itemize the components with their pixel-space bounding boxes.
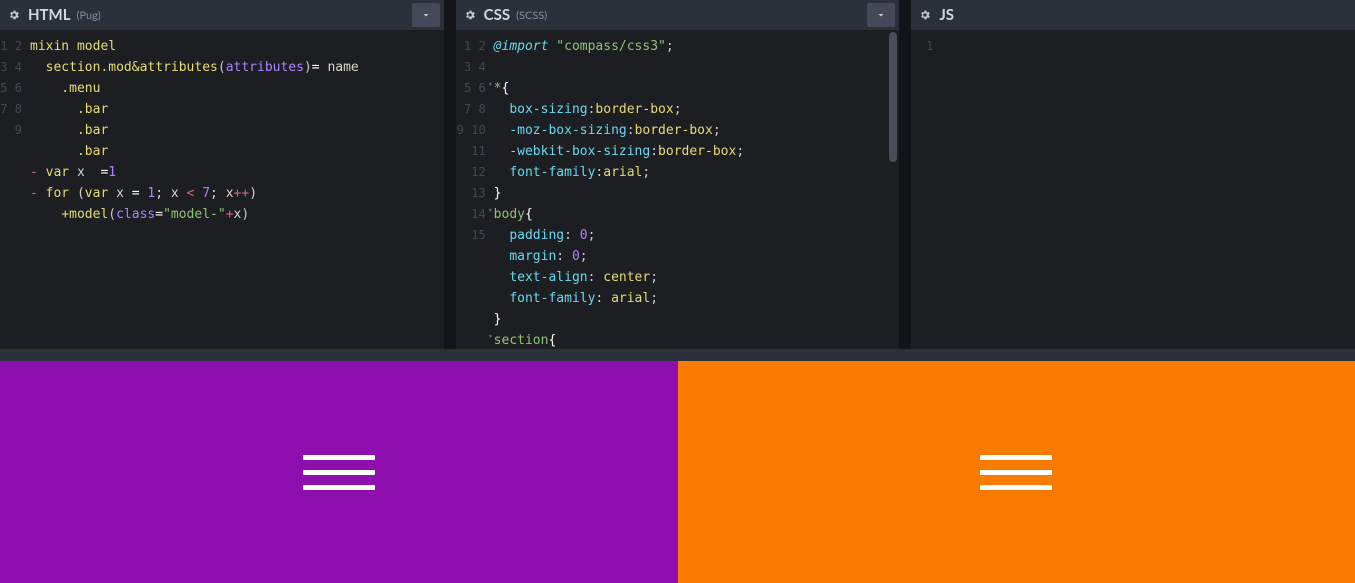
- fold-icon[interactable]: ▾: [488, 332, 493, 342]
- gutter-html: 1 2 3 4 5 6 7 8 9: [0, 30, 30, 349]
- menu-icon[interactable]: [303, 455, 375, 490]
- pane-header-js: JS: [911, 0, 1355, 30]
- editor-html[interactable]: 1 2 3 4 5 6 7 8 9 mixin model section.mo…: [0, 30, 444, 349]
- pane-header-css: CSS (SCSS): [456, 0, 900, 30]
- code-css[interactable]: @import "compass/css3"; *{ box-sizing:bo…: [494, 30, 900, 349]
- editor-js[interactable]: 1: [911, 30, 1355, 349]
- menu-bar: [980, 455, 1052, 460]
- gear-icon[interactable]: [911, 0, 939, 30]
- chevron-down-icon[interactable]: [867, 3, 895, 27]
- pane-html: HTML (Pug) 1 2 3 4 5 6 7 8 9 mixin model…: [0, 0, 444, 349]
- preview-section-2: [678, 361, 1355, 583]
- menu-bar: [980, 485, 1052, 490]
- code-html[interactable]: mixin model section.mod&attributes(attri…: [30, 30, 444, 349]
- menu-bar: [303, 485, 375, 490]
- scrollbar-thumb[interactable]: [889, 32, 897, 162]
- gutter-js: 1: [911, 30, 941, 349]
- pane-header-html: HTML (Pug): [0, 0, 444, 30]
- pane-title: CSS: [484, 6, 510, 24]
- editor-css[interactable]: 1 2 3 4 5 6 7 8 9 10 11 12 13 14 15 ▾ ▾ …: [456, 30, 900, 349]
- menu-bar: [303, 455, 375, 460]
- pane-css: CSS (SCSS) 1 2 3 4 5 6 7 8 9 10 11 12 13…: [456, 0, 900, 349]
- menu-bar: [980, 470, 1052, 475]
- fold-icon[interactable]: ▾: [488, 80, 493, 90]
- preview-section-1: [0, 361, 678, 583]
- editor-row: HTML (Pug) 1 2 3 4 5 6 7 8 9 mixin model…: [0, 0, 1355, 349]
- pane-title: JS: [939, 6, 954, 24]
- pane-sub: (Pug): [77, 9, 101, 22]
- pane-title: HTML: [28, 6, 71, 24]
- preview: [0, 361, 1355, 583]
- gear-icon[interactable]: [456, 0, 484, 30]
- pane-sub: (SCSS): [516, 9, 547, 22]
- gutter-css: 1 2 3 4 5 6 7 8 9 10 11 12 13 14 15: [456, 30, 494, 349]
- scrollbar[interactable]: [887, 30, 899, 349]
- menu-icon[interactable]: [980, 455, 1052, 490]
- gear-icon[interactable]: [0, 0, 28, 30]
- code-js[interactable]: [941, 30, 1355, 349]
- fold-icon[interactable]: ▾: [488, 206, 493, 216]
- chevron-down-icon[interactable]: [412, 3, 440, 27]
- pane-js: JS 1: [911, 0, 1355, 349]
- divider[interactable]: [0, 349, 1355, 361]
- menu-bar: [303, 470, 375, 475]
